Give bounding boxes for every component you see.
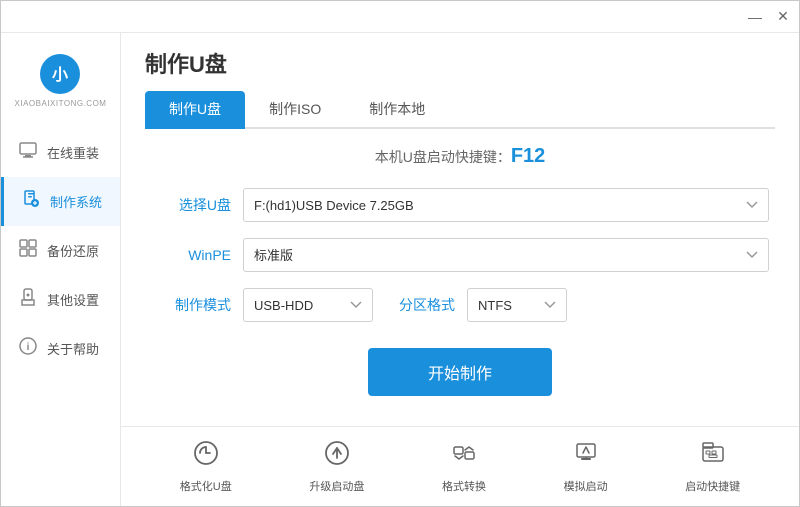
boot-shortcut-icon — [699, 439, 727, 473]
sidebar-nav: 在线重装 制作系统 — [1, 128, 120, 373]
toolbar-item-boot-shortcut[interactable]: 启动快捷键 — [685, 439, 740, 494]
select-usb-label: 选择U盘 — [151, 195, 231, 215]
toolbar-item-simulate-boot[interactable]: 模拟启动 — [564, 439, 608, 494]
make-mode-dropdown[interactable]: USB-HDD — [243, 288, 373, 322]
toolbar-item-format-usb[interactable]: 格式化U盘 — [180, 439, 232, 494]
page-title: 制作U盘 — [145, 47, 775, 79]
toolbar-label-upgrade-boot: 升级启动盘 — [309, 478, 364, 494]
other-settings-icon — [17, 287, 39, 312]
winpe-label: WinPE — [151, 247, 231, 263]
form-row-mode-format: 制作模式 USB-HDD 分区格式 NTFS — [151, 288, 769, 322]
make-system-icon — [20, 189, 42, 214]
sidebar-item-online-reinstall[interactable]: 在线重装 — [1, 128, 120, 177]
about-help-icon: i — [17, 336, 39, 361]
sidebar-label-online-reinstall: 在线重装 — [47, 143, 99, 162]
toolbar-label-format-usb: 格式化U盘 — [180, 478, 232, 494]
sidebar-item-about-help[interactable]: i 关于帮助 — [1, 324, 120, 373]
close-button[interactable]: ✕ — [775, 9, 791, 25]
make-mode-label: 制作模式 — [151, 295, 231, 315]
sidebar-label-make-system: 制作系统 — [50, 192, 102, 211]
logo-area: 小 XIAOBAIXITONG.COM — [15, 43, 107, 128]
bottom-toolbar: 格式化U盘 升级启动盘 — [121, 426, 799, 506]
form-row-select-usb: 选择U盘 F:(hd1)USB Device 7.25GB — [151, 188, 769, 222]
sidebar: 小 XIAOBAIXITONG.COM 在线重装 — [1, 33, 121, 506]
online-reinstall-icon — [17, 140, 39, 165]
backup-restore-icon — [17, 238, 39, 263]
app-logo: 小 — [39, 53, 81, 95]
sidebar-label-about-help: 关于帮助 — [47, 339, 99, 358]
toolbar-item-format-convert[interactable]: 格式转换 — [442, 439, 486, 494]
upgrade-boot-icon — [323, 439, 351, 473]
svg-text:小: 小 — [52, 66, 68, 84]
title-bar: — ✕ — [1, 1, 799, 33]
start-button-container: 开始制作 — [151, 338, 769, 396]
content-header: 制作U盘 制作U盘 制作ISO 制作本地 — [121, 33, 799, 129]
form-row-winpe: WinPE 标准版 — [151, 238, 769, 272]
minimize-button[interactable]: — — [747, 9, 763, 25]
toolbar-item-upgrade-boot[interactable]: 升级启动盘 — [309, 439, 364, 494]
main-layout: 小 XIAOBAIXITONG.COM 在线重装 — [1, 33, 799, 506]
toolbar-label-format-convert: 格式转换 — [442, 478, 486, 494]
simulate-boot-icon — [572, 439, 600, 473]
start-button[interactable]: 开始制作 — [368, 348, 552, 396]
tab-make-local[interactable]: 制作本地 — [345, 91, 449, 129]
sidebar-label-backup-restore: 备份还原 — [47, 241, 99, 260]
winpe-dropdown[interactable]: 标准版 — [243, 238, 769, 272]
tab-make-iso[interactable]: 制作ISO — [245, 91, 345, 129]
tabs: 制作U盘 制作ISO 制作本地 — [145, 91, 775, 129]
content-body: 本机U盘启动快捷键：F12 选择U盘 F:(hd1)USB Device 7.2… — [121, 129, 799, 426]
sidebar-item-other-settings[interactable]: 其他设置 — [1, 275, 120, 324]
toolbar-label-simulate-boot: 模拟启动 — [564, 478, 608, 494]
shortcut-hint-text: 本机U盘启动快捷键： — [375, 149, 511, 165]
sidebar-item-make-system[interactable]: 制作系统 — [1, 177, 120, 226]
shortcut-key: F12 — [511, 145, 545, 167]
format-usb-icon — [192, 439, 220, 473]
select-usb-dropdown[interactable]: F:(hd1)USB Device 7.25GB — [243, 188, 769, 222]
content-area: 制作U盘 制作U盘 制作ISO 制作本地 本机U盘启动快捷键：F12 选择U盘 … — [121, 33, 799, 506]
title-bar-controls: — ✕ — [747, 9, 791, 25]
sidebar-label-other-settings: 其他设置 — [47, 290, 99, 309]
shortcut-hint: 本机U盘启动快捷键：F12 — [151, 145, 769, 168]
sidebar-item-backup-restore[interactable]: 备份还原 — [1, 226, 120, 275]
svg-text:i: i — [27, 342, 30, 353]
partition-format-dropdown[interactable]: NTFS — [467, 288, 567, 322]
logo-subtitle: XIAOBAIXITONG.COM — [15, 99, 107, 108]
format-convert-icon — [450, 439, 478, 473]
main-window: — ✕ 小 XIAOBAIXITONG.COM — [0, 0, 800, 507]
toolbar-label-boot-shortcut: 启动快捷键 — [685, 478, 740, 494]
tab-make-usb[interactable]: 制作U盘 — [145, 91, 245, 129]
partition-format-label: 分区格式 — [385, 295, 455, 315]
